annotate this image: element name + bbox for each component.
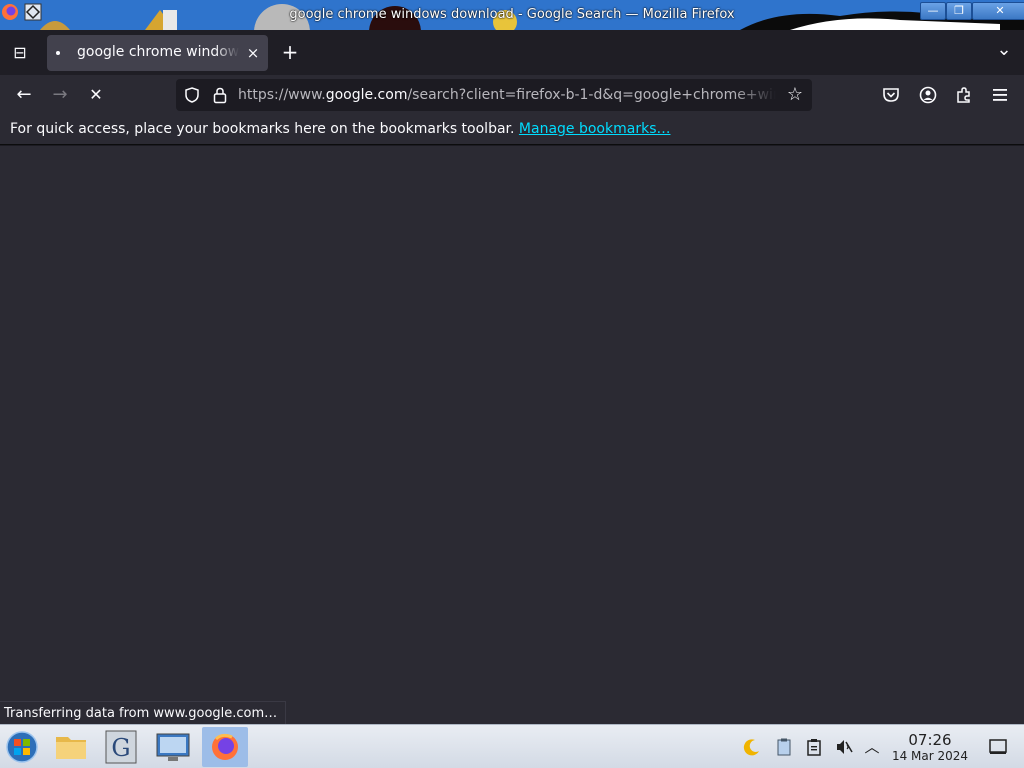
tab-overflow-chevron-icon[interactable]: ⌄ [990,36,1018,64]
tab-title: google chrome windows download - Google … [77,44,239,60]
volume-muted-icon[interactable] [834,737,854,757]
url-domain: google.com [325,87,408,103]
close-window-button[interactable]: ✕ [972,2,1024,20]
lock-icon[interactable] [212,86,228,104]
night-light-icon[interactable] [742,737,762,757]
tray-expand-chevron-icon[interactable]: ︿ [862,737,882,757]
tab-strip: ⊟ google chrome windows download - Googl… [0,30,1024,75]
clock-time[interactable]: 07:26 [890,731,970,749]
tab-active[interactable]: google chrome windows download - Google … [47,35,268,71]
system-settings-icon[interactable] [150,727,196,767]
navigation-toolbar: ← → ✕ https://www.google.com/search?clie… [0,75,1024,115]
forward-button[interactable]: → [46,81,74,109]
tab-loading-indicator [56,51,60,55]
tracking-protection-shield-icon[interactable] [184,87,200,103]
list-all-tabs-icon[interactable]: ⊟ [6,39,34,67]
bookmark-star-icon[interactable]: ☆ [782,82,808,108]
back-button[interactable]: ← [10,81,38,109]
new-tab-button[interactable]: + [276,38,304,66]
bookmarks-toolbar: For quick access, place your bookmarks h… [0,115,1024,145]
show-desktop-icon[interactable] [988,737,1008,757]
close-tab-icon[interactable]: × [243,43,263,63]
firefox-taskbar-icon[interactable] [202,727,248,767]
window-title: google chrome windows download - Google … [289,7,735,22]
manage-bookmarks-link[interactable]: Manage bookmarks… [519,121,671,137]
file-manager-icon[interactable] [48,727,94,767]
clipboard-icon[interactable] [804,737,824,757]
status-panel: Transferring data from www.google.com… [0,701,287,724]
bookmarks-empty-message: For quick access, place your bookmarks h… [10,121,519,137]
minimize-button[interactable]: — [920,2,946,20]
start-menu-icon[interactable] [2,727,42,767]
account-icon[interactable] [919,86,937,104]
taskbar: G ︿ 07:26 14 Mar 2024 [0,724,1024,768]
url-path: /search?client=firefox-b-1-d&q=google+ch… [407,87,776,103]
clipboard-vault-icon[interactable] [774,737,794,757]
window-titlebar[interactable]: google chrome windows download - Google … [0,0,1024,30]
svg-text:G: G [111,734,130,762]
clock-date[interactable]: 14 Mar 2024 [886,749,974,763]
maximize-button[interactable]: ❐ [946,2,972,20]
page-content-area[interactable] [0,146,1024,724]
url-bar[interactable]: https://www.google.com/search?client=fir… [176,79,812,111]
pocket-icon[interactable] [882,87,900,103]
g-app-icon[interactable]: G [98,727,144,767]
url-prefix: https://www. [238,87,326,103]
hamburger-menu-icon[interactable] [991,87,1009,103]
extensions-icon[interactable] [955,86,973,104]
stop-loading-button[interactable]: ✕ [82,81,110,109]
url-text[interactable]: https://www.google.com/search?client=fir… [238,87,776,105]
